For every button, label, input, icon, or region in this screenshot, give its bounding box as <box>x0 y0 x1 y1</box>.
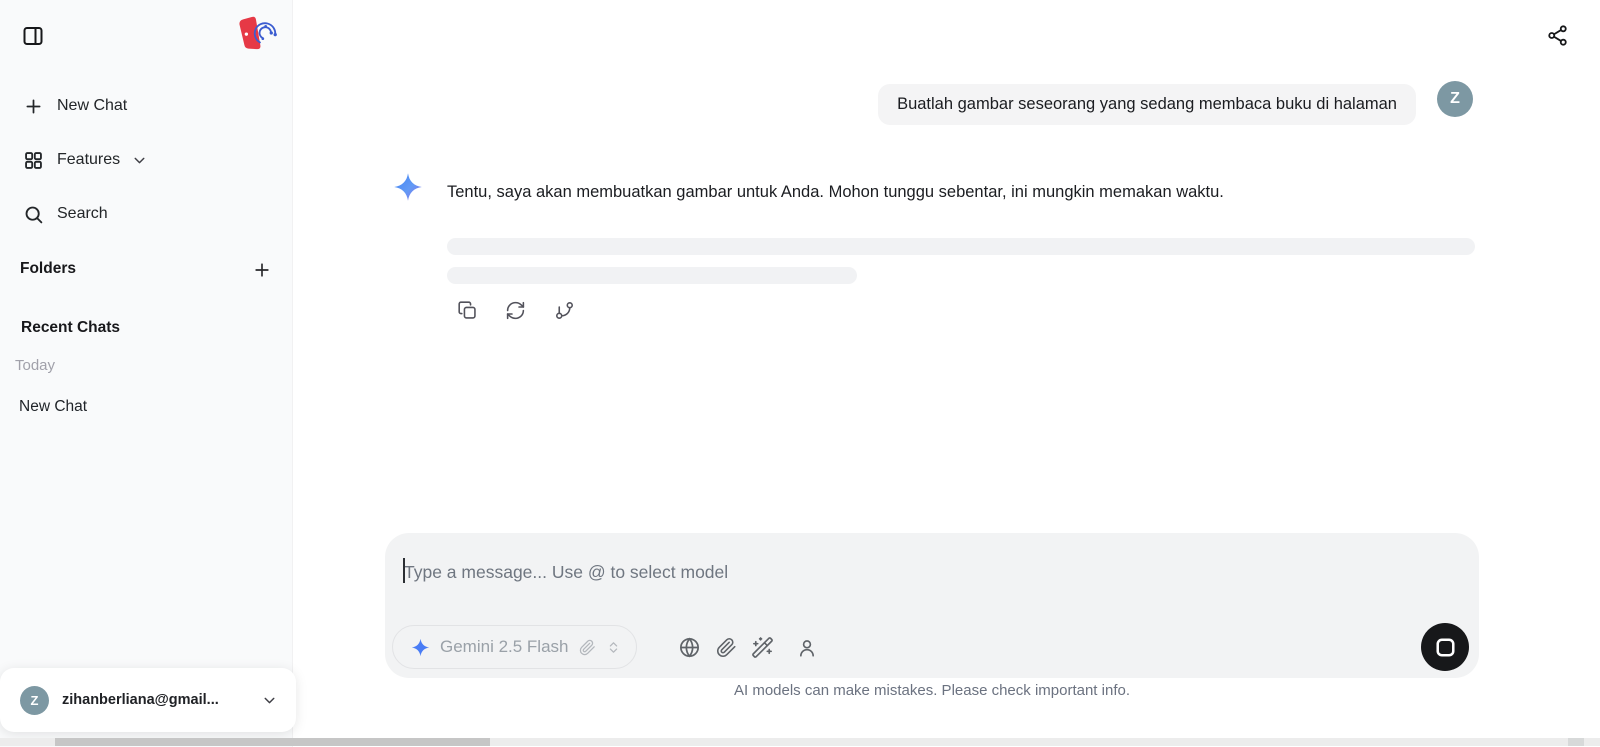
loading-skeleton-bar <box>447 267 857 284</box>
persona-button[interactable] <box>795 636 818 659</box>
branch-conversation-button[interactable] <box>553 299 575 321</box>
sidebar-item-search[interactable]: Search <box>0 198 293 230</box>
gemini-sparkle-icon <box>411 638 430 657</box>
sidebar-toggle-button[interactable] <box>20 23 46 49</box>
refresh-icon <box>505 300 526 321</box>
account-menu[interactable]: Z zihanberliana@gmail... <box>0 668 296 732</box>
account-email: zihanberliana@gmail... <box>62 692 219 708</box>
user-avatar: Z <box>1437 81 1473 117</box>
recent-chats-group-label: Today <box>15 357 56 374</box>
recent-chats-header: Recent Chats <box>21 319 121 336</box>
copy-icon <box>457 300 478 321</box>
sidebar: New Chat Features Search Folders Recent … <box>0 0 296 747</box>
grid-icon <box>23 150 44 171</box>
attach-file-button[interactable] <box>715 636 738 659</box>
stop-generating-button[interactable] <box>1421 623 1469 671</box>
sidebar-item-label: Features <box>57 151 121 168</box>
app-logo-icon <box>232 11 278 59</box>
loading-skeleton-bar <box>447 238 1475 255</box>
share-icon <box>1546 24 1569 47</box>
stop-square-icon <box>1435 637 1456 658</box>
disclaimer-text: AI models can make mistakes. Please chec… <box>733 682 1130 699</box>
app-window: New Chat Features Search Folders Recent … <box>0 0 1600 747</box>
add-folder-button[interactable] <box>250 258 274 282</box>
git-branch-icon <box>554 300 575 321</box>
plus-icon <box>252 260 272 280</box>
paperclip-icon <box>716 637 737 658</box>
recent-chat-item[interactable]: New Chat <box>19 398 87 416</box>
user-message-bubble: Buatlah gambar seseorang yang sedang mem… <box>878 84 1416 125</box>
chevron-down-icon <box>261 692 278 709</box>
message-input[interactable] <box>404 557 1324 587</box>
composer: Gemini 2.5 Flash <box>385 533 1479 678</box>
model-selector[interactable]: Gemini 2.5 Flash <box>392 625 637 669</box>
share-button[interactable] <box>1543 21 1571 49</box>
wand-sparkles-icon <box>751 636 774 659</box>
sidebar-item-new-chat[interactable]: New Chat <box>0 90 293 122</box>
paperclip-icon <box>579 639 596 656</box>
sidebar-item-label: Search <box>57 205 108 222</box>
search-icon <box>23 204 44 225</box>
web-search-toggle[interactable] <box>678 636 701 659</box>
text-caret <box>403 558 405 583</box>
model-name: Gemini 2.5 Flash <box>440 637 569 656</box>
chevron-down-icon <box>131 152 148 169</box>
sidebar-item-label: New Chat <box>57 97 128 114</box>
copy-message-button[interactable] <box>456 299 478 321</box>
user-icon <box>796 637 818 659</box>
assistant-message-text: Tentu, saya akan membuatkan gambar untuk… <box>447 183 1224 201</box>
regenerate-button[interactable] <box>504 299 526 321</box>
horizontal-scrollbar[interactable] <box>0 738 1600 746</box>
folders-header: Folders <box>20 260 76 277</box>
sidebar-item-features[interactable]: Features <box>0 144 293 176</box>
gemini-sparkle-icon <box>393 172 423 202</box>
chevrons-up-down-icon <box>606 640 621 655</box>
scrollbar-thumb[interactable] <box>55 738 490 746</box>
scrollbar-corner <box>1568 738 1584 746</box>
panel-left-icon <box>21 24 45 48</box>
account-avatar: Z <box>20 685 49 715</box>
globe-icon <box>678 636 701 659</box>
user-message-text: Buatlah gambar seseorang yang sedang mem… <box>897 95 1397 113</box>
enhance-prompt-button[interactable] <box>751 636 774 659</box>
plus-icon <box>23 96 44 117</box>
